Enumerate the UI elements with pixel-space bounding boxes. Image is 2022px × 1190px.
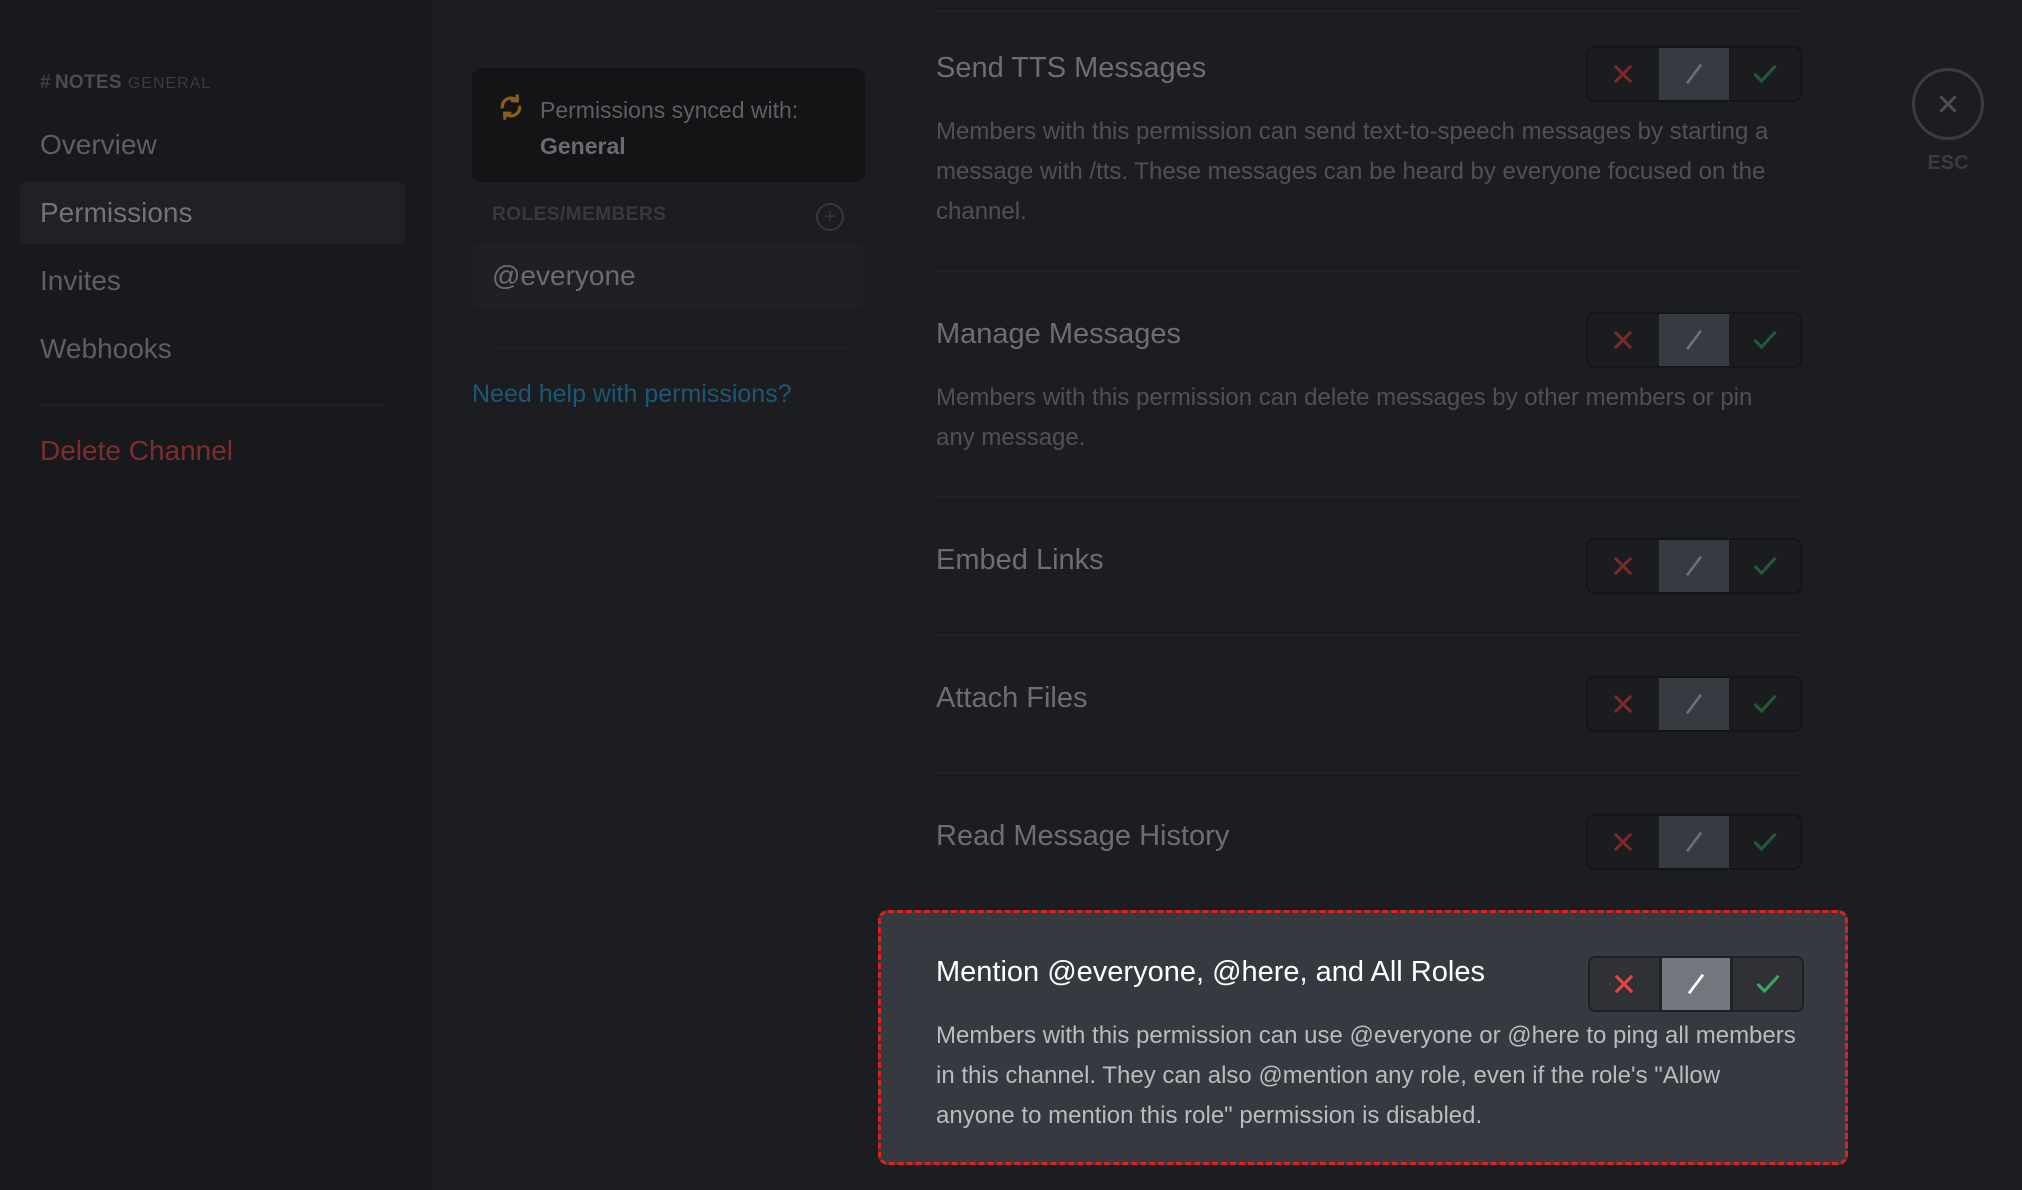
allow-button[interactable] [1733, 958, 1802, 1010]
slash-icon [1685, 329, 1703, 351]
slash-icon [1685, 693, 1703, 715]
x-icon [1615, 974, 1634, 994]
settings-sidebar: # NOTES GENERAL Overview Permissions Invit… [0, 0, 432, 1190]
check-icon [1753, 64, 1777, 84]
deny-button[interactable] [1588, 540, 1659, 592]
sidebar-divider [40, 404, 385, 406]
allow-button[interactable] [1729, 540, 1800, 592]
role-item-everyone[interactable]: @everyone [472, 244, 865, 308]
neutral-button[interactable] [1658, 314, 1730, 366]
permission-toggle [1586, 676, 1802, 732]
esc-label: ESC [1927, 152, 1969, 174]
permission-toggle [1586, 46, 1802, 102]
sidebar-item-overview[interactable]: Overview [20, 114, 405, 176]
close-icon [1939, 95, 1957, 113]
text-channel-icon: # [40, 72, 51, 93]
deny-button[interactable] [1588, 48, 1659, 100]
permission-title: Send TTS Messages [936, 52, 1207, 84]
slash-icon [1685, 831, 1703, 853]
close-settings: ESC [1912, 68, 1984, 175]
permission-toggle [1586, 312, 1802, 368]
slash-icon [1687, 973, 1705, 995]
permission-toggle [1588, 956, 1804, 1012]
check-icon [1753, 832, 1777, 852]
x-icon [1614, 64, 1633, 84]
roles-divider [492, 347, 847, 349]
allow-button[interactable] [1729, 48, 1800, 100]
sidebar-item-invites[interactable]: Invites [20, 250, 405, 312]
permission-title: Mention @everyone, @here, and All Roles [936, 956, 1485, 988]
neutral-button[interactable] [1658, 540, 1730, 592]
slash-icon [1685, 63, 1703, 85]
check-icon [1753, 694, 1777, 714]
x-icon [1614, 330, 1633, 350]
permission-toggle [1586, 538, 1802, 594]
permission-divider [936, 270, 1802, 272]
sidebar-item-webhooks[interactable]: Webhooks [20, 318, 405, 380]
permission-divider [936, 634, 1802, 636]
permission-title: Embed Links [936, 544, 1104, 576]
sidebar-item-permissions[interactable]: Permissions [20, 182, 405, 244]
permission-toggle [1586, 814, 1802, 870]
delete-channel-button[interactable]: Delete Channel [20, 420, 405, 482]
channel-category: GENERAL [127, 75, 212, 92]
check-icon [1753, 556, 1777, 576]
sync-text: Permissions synced with: General [540, 92, 798, 164]
sync-label: Permissions synced with: [540, 97, 799, 123]
permission-divider [936, 496, 1802, 498]
sync-category[interactable]: General [540, 133, 626, 159]
allow-button[interactable] [1729, 314, 1800, 366]
permission-description: Members with this permission can delete … [936, 384, 1753, 451]
channel-header: # NOTES GENERAL [40, 72, 211, 94]
permissions-help-link[interactable]: Need help with permissions? [472, 380, 792, 409]
permission-title: Read Message History [936, 820, 1230, 852]
add-role-button[interactable]: + [816, 203, 844, 231]
deny-button[interactable] [1588, 816, 1659, 868]
x-icon [1614, 694, 1633, 714]
neutral-button[interactable] [1658, 816, 1730, 868]
close-button[interactable] [1912, 68, 1984, 140]
slash-icon [1685, 555, 1703, 577]
allow-button[interactable] [1729, 678, 1800, 730]
highlighted-permission-row: Mention @everyone, @here, and All Roles … [878, 910, 1848, 1165]
sync-icon [500, 94, 522, 120]
neutral-button[interactable] [1658, 678, 1730, 730]
permission-title: Manage Messages [936, 318, 1182, 350]
check-icon [1756, 974, 1780, 994]
x-icon [1614, 556, 1633, 576]
permission-description: Members with this permission can send te… [936, 118, 1769, 225]
roles-header: ROLES/MEMBERS [492, 204, 667, 225]
deny-button[interactable] [1588, 314, 1659, 366]
channel-name: NOTES [54, 72, 122, 93]
sync-notice: Permissions synced with: General [472, 68, 865, 182]
permission-divider [936, 772, 1802, 774]
plus-icon: + [824, 206, 836, 228]
permission-description: Members with this permission can use @ev… [936, 1022, 1796, 1129]
x-icon [1614, 832, 1633, 852]
permission-divider [936, 10, 1802, 12]
neutral-button[interactable] [1658, 958, 1734, 1010]
deny-button[interactable] [1590, 958, 1659, 1010]
permission-title: Attach Files [936, 682, 1088, 714]
roles-column: Permissions synced with: General ROLES/M… [472, 0, 867, 1190]
deny-button[interactable] [1588, 678, 1659, 730]
allow-button[interactable] [1729, 816, 1800, 868]
neutral-button[interactable] [1658, 48, 1730, 100]
check-icon [1753, 330, 1777, 350]
